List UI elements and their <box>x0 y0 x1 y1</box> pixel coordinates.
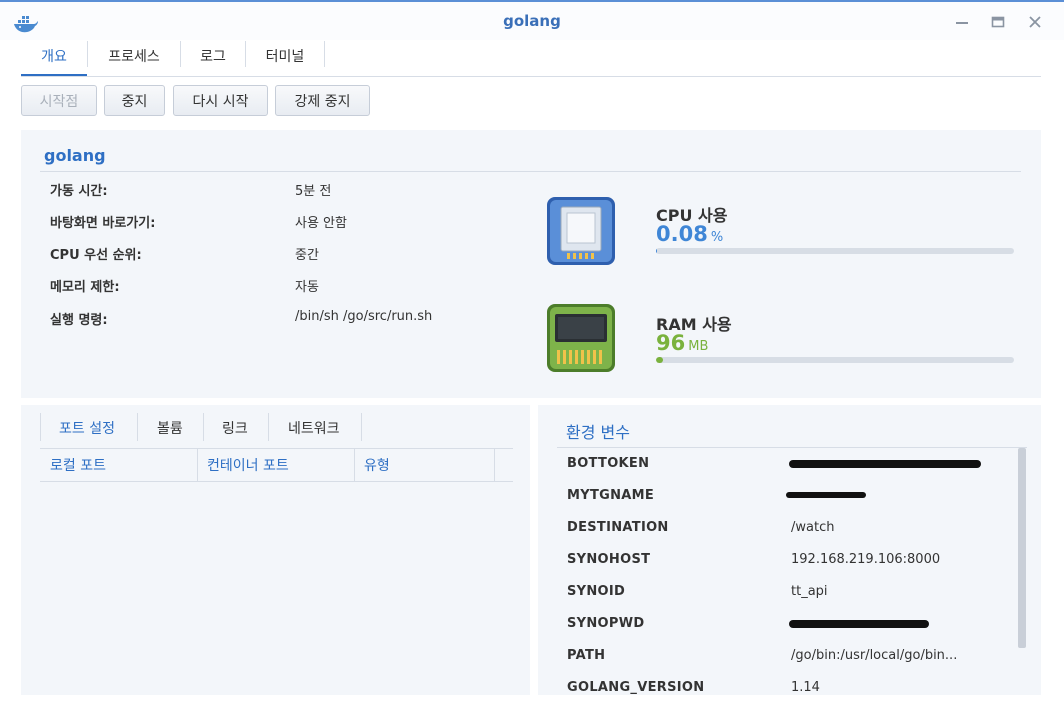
ram-usage-bar <box>656 357 1014 363</box>
cpu-usage-bar <box>656 248 1014 254</box>
uptime-value: 5분 전 <box>295 184 332 199</box>
cpu-usage-number: 0.08 <box>656 222 708 246</box>
minimize-button[interactable] <box>950 10 974 34</box>
container-name: golang <box>44 146 106 165</box>
cpu-usage-value: 0.08% <box>656 222 723 246</box>
redacted-value <box>789 620 929 628</box>
cpu-priority-label: CPU 우선 순위: <box>50 248 142 263</box>
tab-process[interactable]: 프로세스 <box>88 40 180 76</box>
subtab-divider <box>268 413 269 441</box>
ram-usage-unit: MB <box>688 339 709 354</box>
memory-limit-label: 메모리 제한: <box>50 280 120 295</box>
subtab-volume[interactable]: 볼륨 <box>157 418 183 438</box>
column-type[interactable]: 유형 <box>364 455 390 475</box>
subtab-port-settings[interactable]: 포트 설정 <box>59 418 115 438</box>
env-key: SYNOID <box>567 584 626 599</box>
maximize-button[interactable] <box>986 10 1010 34</box>
window-title: golang <box>503 12 561 30</box>
column-divider <box>494 449 495 481</box>
desktop-shortcut-label: 바탕화면 바로가기: <box>50 216 156 231</box>
column-local-port[interactable]: 로컬 포트 <box>50 455 106 475</box>
command-label: 실행 명령: <box>50 313 108 328</box>
env-key: GOLANG_VERSION <box>567 680 705 695</box>
uptime-label: 가동 시간: <box>50 184 108 199</box>
stop-button[interactable]: 중지 <box>104 85 165 116</box>
start-button[interactable]: 시작점 <box>21 85 97 116</box>
subtab-network[interactable]: 네트워크 <box>288 418 340 438</box>
cpu-priority-value: 중간 <box>295 248 319 263</box>
env-title: 환경 변수 <box>566 423 630 442</box>
cpu-chip-icon <box>547 197 615 265</box>
title-bar: golang <box>0 0 1064 40</box>
env-key: SYNOHOST <box>567 552 651 567</box>
divider <box>40 171 1021 172</box>
close-button[interactable] <box>1023 10 1047 34</box>
desktop-shortcut-value: 사용 안함 <box>295 216 347 231</box>
main-tabs: 개요 프로세스 로그 터미널 <box>21 40 1041 77</box>
env-value: /watch <box>791 520 835 535</box>
subtab-divider <box>137 413 138 441</box>
env-key: SYNOPWD <box>567 616 645 631</box>
redacted-value <box>789 460 981 468</box>
close-icon <box>1029 16 1041 28</box>
env-value: 192.168.219.106:8000 <box>791 552 941 567</box>
divider <box>40 448 513 449</box>
env-list: BOTTOKEN MYTGNAME DESTINATION /watch SYN… <box>538 448 1041 695</box>
env-key: MYTGNAME <box>567 488 655 503</box>
memory-limit-value: 자동 <box>295 280 319 295</box>
divider <box>40 481 513 482</box>
ram-usage-number: 96 <box>656 331 686 355</box>
column-divider <box>354 449 355 481</box>
env-scrollbar[interactable] <box>1018 448 1026 648</box>
tab-log[interactable]: 로그 <box>181 40 245 76</box>
ram-usage-fill <box>656 357 664 363</box>
env-key: DESTINATION <box>567 520 669 535</box>
column-divider <box>197 449 198 481</box>
env-key: BOTTOKEN <box>567 456 650 471</box>
minimize-icon <box>956 22 968 24</box>
ram-module-icon <box>547 304 615 372</box>
tab-divider <box>324 41 325 67</box>
maximize-icon <box>991 16 1005 28</box>
env-key: PATH <box>567 648 606 663</box>
ram-usage-value: 96 MB <box>656 331 708 355</box>
tab-overview[interactable]: 개요 <box>21 40 87 76</box>
command-value: /bin/sh /go/src/run.sh <box>295 309 433 324</box>
env-value: /go/bin:/usr/local/go/bin... <box>791 648 958 663</box>
env-value: 1.14 <box>791 680 820 695</box>
restart-button[interactable]: 다시 시작 <box>173 85 268 116</box>
subtab-divider <box>361 413 362 441</box>
column-container-port[interactable]: 컨테이너 포트 <box>207 455 289 475</box>
subtab-link[interactable]: 링크 <box>222 418 248 438</box>
subtab-divider <box>203 413 204 441</box>
force-stop-button[interactable]: 강제 중지 <box>275 85 370 116</box>
redacted-value <box>786 492 866 498</box>
tab-terminal[interactable]: 터미널 <box>246 40 324 76</box>
subtab-divider <box>40 413 41 441</box>
cpu-usage-unit: % <box>710 230 724 245</box>
env-value: tt_api <box>791 584 828 599</box>
